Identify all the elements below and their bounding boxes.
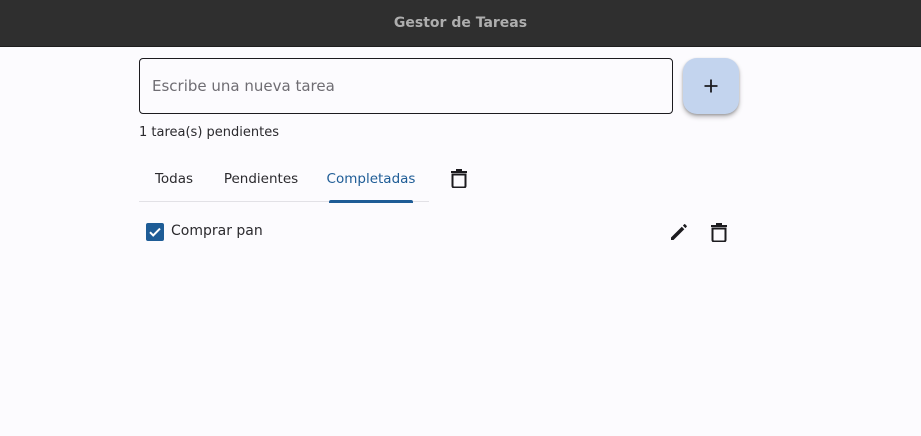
title-bar: Gestor de Tareas xyxy=(0,0,921,47)
trash-icon xyxy=(451,169,467,188)
task-label: Comprar pan xyxy=(171,223,263,239)
window-title: Gestor de Tareas xyxy=(393,15,528,31)
active-tab-indicator xyxy=(329,200,413,203)
new-task-input[interactable] xyxy=(139,58,673,114)
task-checkbox[interactable] xyxy=(146,223,164,241)
trash-icon xyxy=(711,223,727,242)
delete-task-button[interactable] xyxy=(707,220,731,244)
pencil-icon xyxy=(671,224,687,240)
plus-icon xyxy=(704,79,718,93)
tab-label: Pendientes xyxy=(223,170,299,187)
tab-label: Todas xyxy=(154,170,194,187)
tab-completadas[interactable]: Completadas xyxy=(326,155,416,203)
add-task-button[interactable] xyxy=(683,58,739,114)
tab-todas[interactable]: Todas xyxy=(139,155,209,202)
task-row: Comprar pan xyxy=(139,212,739,252)
edit-task-button[interactable] xyxy=(667,220,691,244)
filter-tabs: Todas Pendientes Completadas xyxy=(139,155,429,203)
clear-completed-button[interactable] xyxy=(445,164,473,192)
check-icon xyxy=(149,227,161,237)
tab-label: Completadas xyxy=(326,170,416,187)
tab-pendientes[interactable]: Pendientes xyxy=(216,155,306,202)
pending-count: 1 tarea(s) pendientes xyxy=(139,125,279,140)
